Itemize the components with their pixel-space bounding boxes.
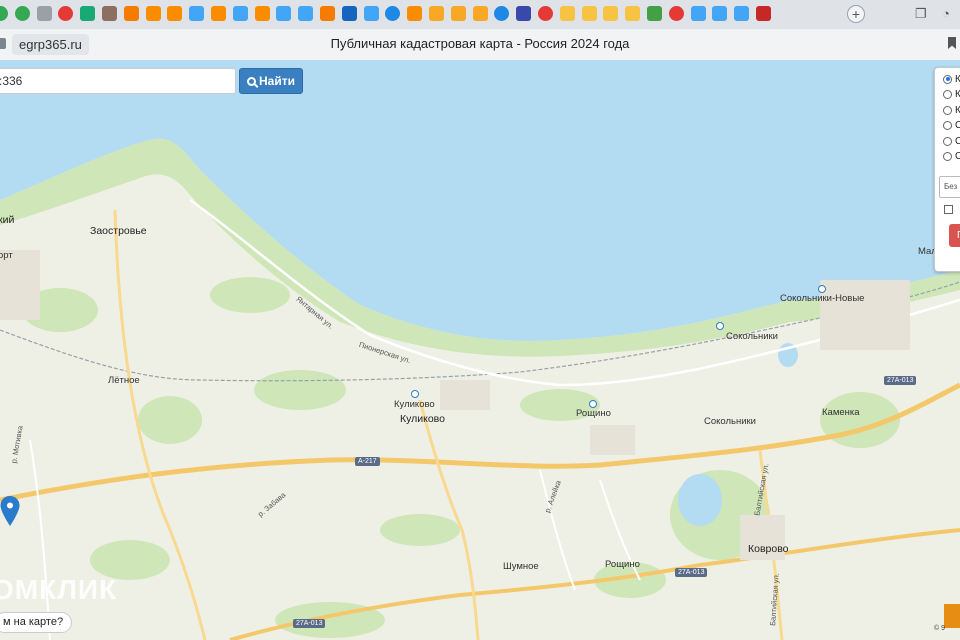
multicolor-icon[interactable] — [712, 6, 728, 21]
search-button-label: Найти — [259, 74, 295, 88]
arrow-icon[interactable] — [341, 6, 357, 21]
layer-option[interactable]: К — [943, 72, 960, 86]
radio-button[interactable] — [943, 136, 952, 146]
radio-button[interactable] — [943, 151, 952, 161]
chart-icon[interactable] — [407, 6, 423, 21]
multicolor-icon[interactable] — [276, 6, 292, 21]
radio-button[interactable] — [943, 89, 952, 99]
yandex-icon[interactable] — [538, 6, 553, 21]
cloud-icon[interactable] — [385, 6, 401, 21]
label-kulikovo-station: Куликово — [394, 399, 435, 410]
route-shield-27a013-east: 27А-013 — [884, 376, 917, 385]
extensions-icon[interactable]: ❐ — [915, 6, 927, 22]
multicolor-icon[interactable] — [232, 6, 248, 21]
pro-icon[interactable] — [581, 6, 597, 21]
layer-checkbox[interactable] — [944, 205, 953, 214]
map-canvas[interactable]: Заостровье кий орт Лётное Куликово Кулик… — [0, 60, 960, 640]
station-icon — [716, 322, 724, 330]
layer-option[interactable]: К — [943, 103, 960, 117]
logo-icon — [944, 604, 960, 628]
multicolor-icon[interactable] — [298, 6, 314, 21]
multicolor-icon[interactable] — [690, 6, 706, 21]
layer-option[interactable]: С — [943, 134, 960, 148]
label-sokolniki-novye: Сокольники-Новые — [780, 293, 865, 304]
label-roshchino: Рощино — [605, 559, 640, 570]
label-kiy: кий — [0, 214, 15, 226]
label-letnoe: Лётное — [108, 375, 140, 386]
cadastral-search-input[interactable] — [0, 68, 236, 94]
chart-icon[interactable] — [167, 6, 183, 21]
pro-icon[interactable] — [625, 6, 641, 21]
envelope-icon[interactable] — [429, 6, 444, 21]
label-ort: орт — [0, 250, 13, 261]
station-icon — [411, 390, 419, 398]
label-sokolniki-station: Сокольники — [726, 331, 778, 342]
umbrella-icon[interactable] — [756, 6, 771, 21]
help-button[interactable]: м на карте? — [0, 612, 73, 633]
label-sokolniki: Сокольники — [704, 416, 756, 427]
label-roshchino-station: Рощино — [576, 408, 611, 419]
watermark: ОМКЛИК — [0, 574, 118, 605]
check-icon[interactable] — [0, 6, 8, 21]
mail-icon[interactable] — [123, 6, 139, 21]
multicolor-icon[interactable] — [363, 6, 379, 21]
route-shield-27a013-sw: 27А-013 — [293, 619, 326, 628]
account-icon[interactable]: ◔ — [942, 6, 950, 21]
document-icon[interactable] — [36, 6, 52, 21]
layer-option[interactable]: К — [943, 87, 960, 101]
radio-button[interactable] — [943, 74, 952, 84]
chart-icon[interactable] — [211, 6, 226, 21]
layer-select[interactable]: Без — [939, 176, 960, 198]
route-shield-a217: А-217 — [355, 457, 380, 466]
pin-icon[interactable] — [668, 6, 684, 21]
station-icon — [818, 285, 826, 293]
yandex-icon[interactable] — [58, 6, 74, 21]
station-icon — [589, 400, 597, 408]
multicolor-icon[interactable] — [734, 6, 750, 21]
label-zaostrovye: Заостровье — [90, 225, 147, 237]
label-kamenka: Каменка — [822, 407, 860, 418]
route-shield-27a013-mid: 27А-013 — [675, 568, 708, 577]
map-graphics — [0, 60, 960, 640]
search-icon — [247, 76, 256, 86]
radio-button[interactable] — [943, 105, 952, 115]
triangle-icon[interactable] — [647, 6, 662, 21]
layer-option[interactable]: С — [943, 118, 960, 132]
address-bar: egrp365.ru Публичная кадастровая карта -… — [0, 29, 960, 61]
label-kovrovo: Коврово — [748, 543, 789, 555]
multicolor-icon[interactable] — [189, 6, 205, 21]
radio-button[interactable] — [943, 120, 952, 130]
layer-panel: К К К С С С Без П — [934, 67, 960, 272]
mail-icon[interactable] — [320, 6, 335, 21]
panel-action-button[interactable]: П — [949, 224, 960, 247]
cloud-icon[interactable] — [494, 6, 510, 21]
diamond-icon[interactable] — [102, 6, 117, 21]
bookmarks-bar: + ❐ ◔ — [0, 0, 960, 30]
pro-icon[interactable] — [603, 6, 619, 21]
pro-icon[interactable] — [559, 6, 575, 21]
page-title: Публичная кадастровая карта - Россия 202… — [330, 36, 630, 51]
search-button[interactable]: Найти — [239, 68, 303, 94]
layer-option[interactable]: С — [943, 149, 960, 163]
check-icon[interactable] — [14, 6, 30, 21]
label-kulikovo: Куликово — [400, 413, 445, 425]
chart-icon[interactable] — [254, 6, 270, 21]
copyright-text: © 9 — [934, 625, 945, 632]
cube-icon[interactable] — [516, 6, 532, 21]
chart-icon[interactable] — [145, 6, 161, 21]
label-shumnoe: Шумное — [503, 561, 539, 572]
gift-icon[interactable] — [80, 6, 96, 21]
envelope-icon[interactable] — [472, 6, 488, 21]
location-pin-icon[interactable] — [0, 496, 20, 528]
envelope-icon[interactable] — [450, 6, 466, 21]
new-tab-button[interactable]: + — [847, 5, 865, 23]
